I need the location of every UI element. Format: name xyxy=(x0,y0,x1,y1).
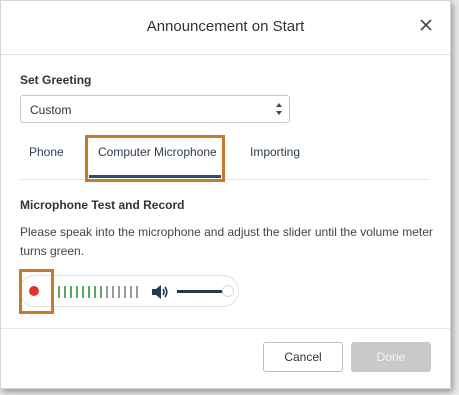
meter-bar xyxy=(136,286,138,298)
volume-slider-track xyxy=(177,290,223,293)
meter-bar xyxy=(112,286,114,298)
speaker-icon xyxy=(152,285,168,299)
meter-bar xyxy=(70,286,72,298)
meter-bar xyxy=(76,286,78,298)
meter-bar xyxy=(124,286,126,298)
cancel-button[interactable]: Cancel xyxy=(263,342,343,372)
mic-test-description: Please speak into the microphone and adj… xyxy=(20,225,433,258)
greeting-select-value: Custom xyxy=(30,103,72,117)
meter-bar xyxy=(64,286,66,298)
meter-bar xyxy=(106,286,108,298)
active-tab-indicator xyxy=(89,175,221,178)
meter-bar xyxy=(58,286,60,298)
meter-bar xyxy=(118,286,120,298)
greeting-select[interactable]: Custom xyxy=(20,95,290,123)
record-dot-icon[interactable] xyxy=(29,286,39,296)
recorder-bar xyxy=(19,275,239,307)
volume-slider-thumb[interactable] xyxy=(222,285,234,297)
tab-phone[interactable]: Phone xyxy=(29,145,64,159)
meter-bar xyxy=(130,286,132,298)
tab-computer-microphone[interactable]: Computer Microphone xyxy=(98,145,217,159)
dialog-header: Announcement on Start xyxy=(1,1,450,55)
meter-bar xyxy=(94,286,96,298)
set-greeting-label: Set Greeting xyxy=(20,73,92,87)
mic-test-heading: Microphone Test and Record xyxy=(20,198,185,212)
close-icon[interactable] xyxy=(418,17,434,33)
meter-bar xyxy=(82,286,84,298)
announcement-dialog: Announcement on Start Set Greeting Custo… xyxy=(0,0,451,389)
meter-bar xyxy=(88,286,90,298)
tab-bar: Phone Computer Microphone Importing xyxy=(1,131,450,181)
tab-importing[interactable]: Importing xyxy=(250,145,300,159)
dialog-title: Announcement on Start xyxy=(146,18,305,35)
footer-divider xyxy=(1,328,450,329)
select-arrows-icon xyxy=(276,103,282,115)
meter-bar xyxy=(100,286,102,298)
tabs-divider xyxy=(20,179,430,180)
done-button[interactable]: Done xyxy=(351,342,431,372)
